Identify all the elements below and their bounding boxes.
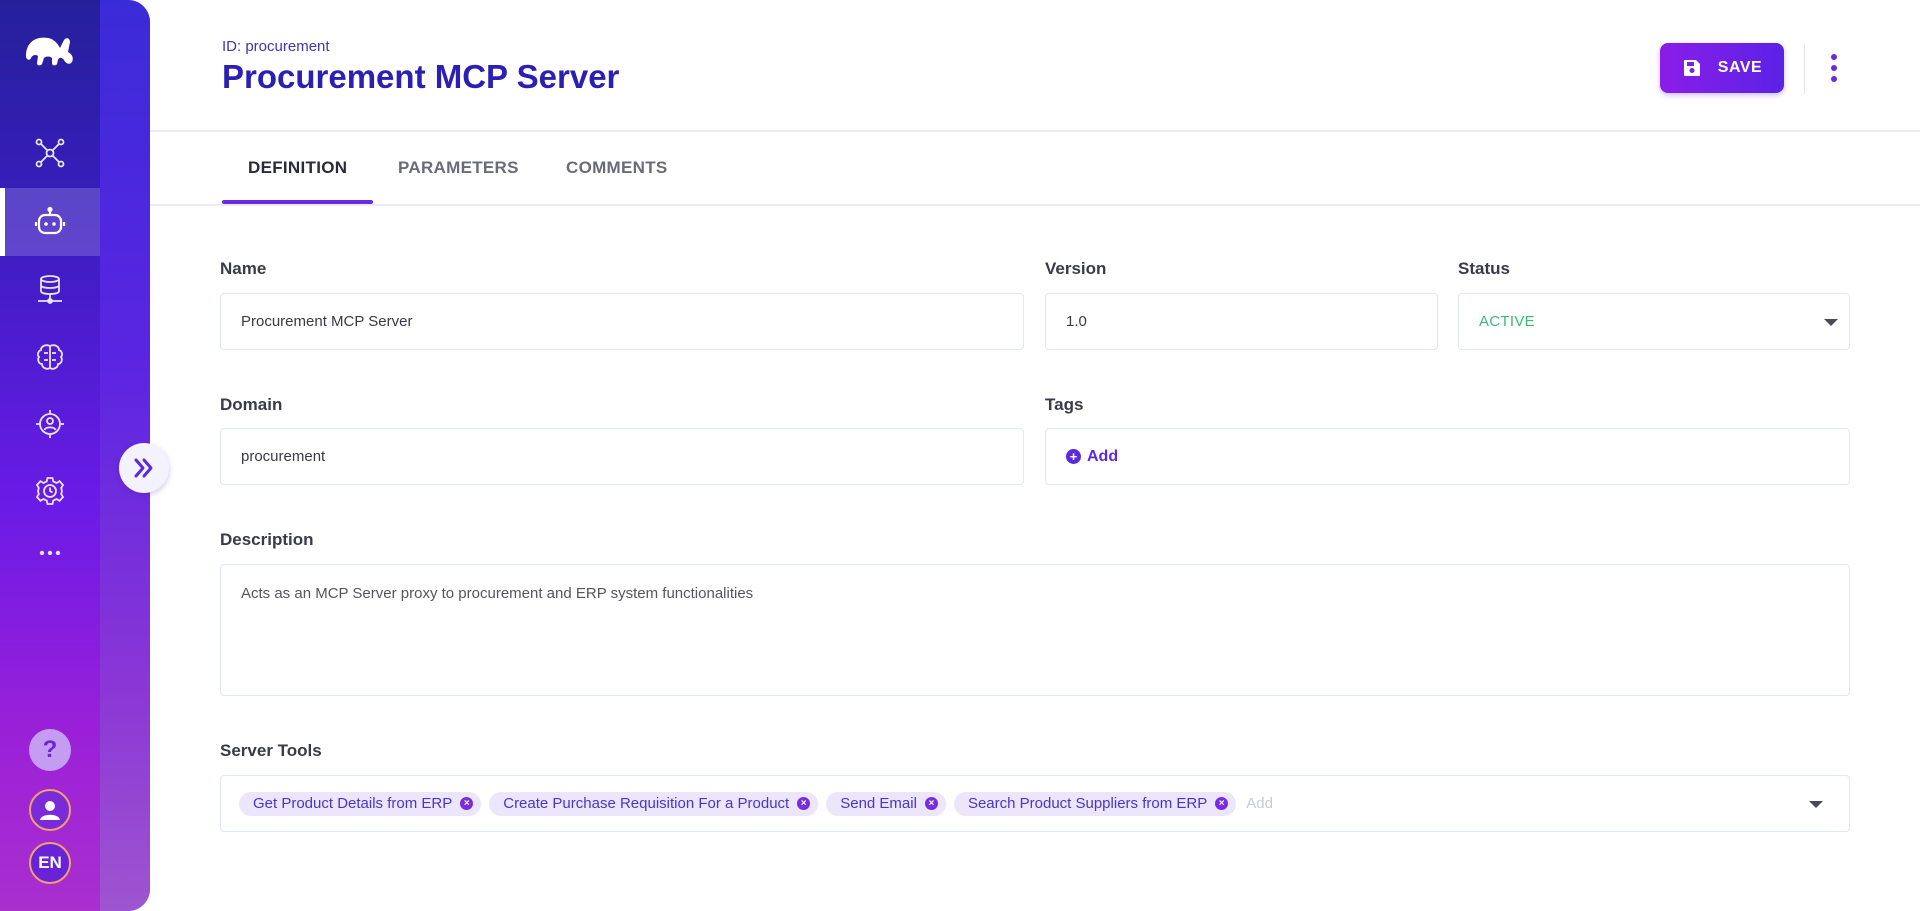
domain-label: Domain [220,395,283,414]
status-select[interactable]: ACTIVE [1458,293,1850,350]
remove-chip-icon[interactable]: × [924,797,938,810]
name-value: Procurement MCP Server [241,313,413,330]
save-button[interactable]: SAVE [1660,43,1784,93]
tab-bar: DEFINITION PARAMETERS COMMENTS [150,134,1920,206]
tags-label: Tags [1045,395,1084,414]
user-avatar[interactable] [29,789,71,831]
tool-chip[interactable]: Create Purchase Requisition For a Produc… [489,791,819,816]
database-icon [38,275,62,304]
help-icon[interactable]: ? [29,729,71,771]
gear-clock-icon [35,477,65,505]
more-options-icon[interactable] [1822,50,1846,86]
page-header: ID: procurement Procurement MCP Server S… [150,0,1920,132]
tool-chip[interactable]: Search Product Suppliers from ERP × [953,791,1237,816]
status-value: ACTIVE [1479,313,1535,330]
description-value: Acts as an MCP Server proxy to procureme… [241,585,754,602]
expand-sidebar-button[interactable] [119,443,169,493]
domain-value: procurement [241,448,326,465]
description-field[interactable]: Acts as an MCP Server proxy to procureme… [220,564,1850,696]
user-icon [40,801,60,820]
tool-chip-label: Search Product Suppliers from ERP [967,795,1208,812]
nav-item-targets[interactable] [0,390,100,458]
version-value: 1.0 [1066,313,1087,330]
remove-chip-icon[interactable]: × [460,797,474,810]
robot-icon [34,206,66,235]
tool-chip[interactable]: Get Product Details from ERP × [239,791,482,816]
app-logo[interactable] [22,30,78,70]
target-user-icon [36,410,64,438]
more-dots-icon [39,550,61,556]
tool-chip[interactable]: Send Email × [826,791,946,816]
page-title: Procurement MCP Server [222,58,620,95]
server-tools-add-input[interactable]: Add [1246,795,1273,812]
tab-parameters[interactable]: PARAMETERS [398,158,519,178]
save-label: SAVE [1717,59,1763,76]
tags-field[interactable]: + Add [1045,428,1850,485]
name-label: Name [220,259,267,278]
remove-chip-icon[interactable]: × [797,797,811,810]
domain-field[interactable]: procurement [220,428,1024,485]
nav-item-knowledge[interactable] [0,323,100,391]
active-tab-indicator [222,200,373,204]
header-divider [1804,44,1805,94]
brain-icon [37,344,63,370]
server-tools-select[interactable]: Get Product Details from ERP × Create Pu… [220,775,1850,832]
version-field[interactable]: 1.0 [1045,293,1438,350]
nav-item-more[interactable] [0,519,100,587]
server-tools-label: Server Tools [220,741,322,760]
save-icon [1683,60,1700,76]
nav-item-network[interactable] [0,119,100,187]
remove-chip-icon[interactable]: × [1215,797,1229,810]
nav-item-settings[interactable] [0,457,100,525]
chevron-down-icon[interactable] [1809,801,1823,808]
double-chevron-right-icon [134,458,153,478]
nav-item-data[interactable] [0,256,100,324]
tool-chip-label: Get Product Details from ERP [253,795,453,812]
name-field[interactable]: Procurement MCP Server [220,293,1024,350]
add-tag-label: Add [1087,447,1119,465]
chevron-down-icon [1824,319,1838,326]
tool-chip-label: Send Email [840,795,917,812]
nav-item-agents[interactable] [0,188,100,256]
network-icon [35,138,65,168]
language-switcher[interactable]: EN [29,842,71,884]
status-label: Status [1458,259,1510,278]
plus-icon: + [1066,449,1081,464]
tab-comments[interactable]: COMMENTS [566,158,668,178]
version-label: Version [1045,259,1107,278]
tab-definition[interactable]: DEFINITION [248,158,347,178]
record-id: ID: procurement [222,38,330,55]
add-tag-button[interactable]: + Add [1066,448,1118,466]
description-label: Description [220,530,314,549]
tool-chip-label: Create Purchase Requisition For a Produc… [503,795,790,812]
